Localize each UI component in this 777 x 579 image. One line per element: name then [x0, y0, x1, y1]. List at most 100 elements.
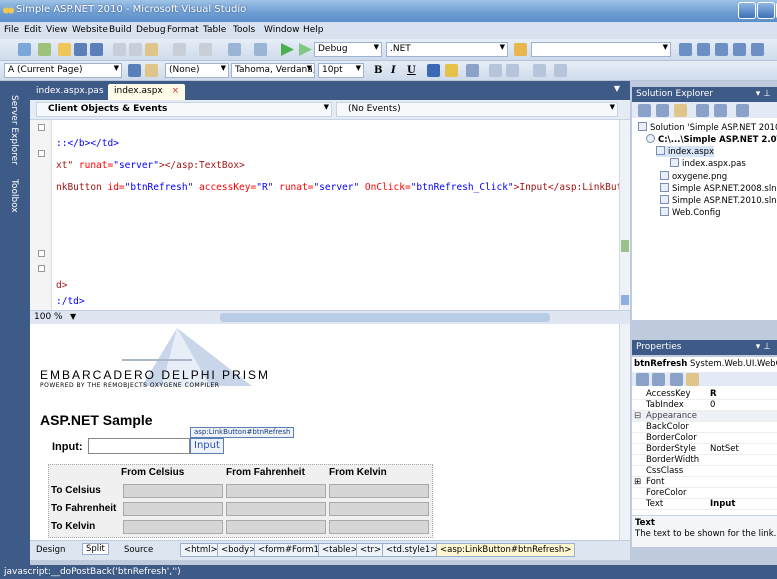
tree-web-config[interactable]: Web.Config [660, 207, 721, 218]
input-link-button[interactable]: Input [190, 438, 224, 454]
breadcrumb-linkbutton[interactable]: <asp:LinkButton#btnRefresh> [436, 543, 576, 557]
table-cell[interactable] [123, 520, 223, 534]
solution-platform-combo[interactable]: .NET ▼ [386, 42, 508, 57]
split-view-button[interactable]: Split [82, 543, 109, 555]
properties-window-icon[interactable] [697, 43, 710, 56]
tree-oxygene-png[interactable]: oxygene.png [660, 171, 727, 182]
nest-related-icon[interactable] [736, 104, 749, 117]
fold-marker[interactable] [38, 250, 45, 257]
property-row[interactable]: BorderColor [632, 433, 777, 444]
zoom-dropdown-icon[interactable]: ▼ [70, 312, 76, 321]
add-item-icon[interactable] [38, 43, 51, 56]
maximize-button[interactable] [757, 2, 775, 19]
object-browser-icon[interactable] [715, 43, 728, 56]
menu-format[interactable]: Format [167, 25, 199, 35]
bulleted-list-icon[interactable] [506, 64, 519, 77]
alphabetical-icon[interactable] [652, 373, 665, 386]
scroll-down-icon[interactable] [621, 295, 629, 305]
show-all-files-icon[interactable] [656, 104, 669, 117]
fold-marker[interactable] [38, 124, 45, 131]
design-vertical-scrollbar[interactable] [619, 324, 630, 540]
numbered-list-icon[interactable] [489, 64, 502, 77]
design-surface[interactable]: EMBARCADERO DELPHI PRISM POWERED BY THE … [30, 324, 630, 540]
table-cell[interactable] [329, 520, 429, 534]
categorized-icon[interactable] [636, 373, 649, 386]
table-cell[interactable] [226, 484, 326, 498]
source-view-button[interactable]: Source [124, 545, 153, 555]
pin-icon[interactable]: ▾ ⊥ [756, 89, 771, 99]
fold-marker[interactable] [38, 265, 45, 272]
tree-index-aspx-pas[interactable]: index.aspx.pas [670, 158, 746, 169]
client-objects-combo[interactable]: Client Objects & Events ▼ [36, 102, 332, 117]
menu-table[interactable]: Table [203, 25, 226, 35]
italic-button[interactable]: I [391, 65, 396, 76]
navigate-back-icon[interactable] [228, 43, 241, 56]
menu-file[interactable]: File [4, 25, 19, 35]
save-all-icon[interactable] [90, 43, 103, 56]
minimize-button[interactable] [738, 2, 756, 19]
background-color-icon[interactable] [445, 64, 458, 77]
events-combo[interactable]: (No Events) ▼ [336, 102, 618, 117]
start-without-debugging-icon[interactable] [299, 43, 312, 56]
property-row[interactable]: BackColor [632, 422, 777, 433]
table-cell[interactable] [226, 520, 326, 534]
bold-button[interactable]: B [374, 65, 382, 76]
block-format-combo[interactable]: (None) ▼ [165, 63, 229, 78]
font-size-combo[interactable]: 10pt ▼ [318, 63, 364, 78]
tree-project[interactable]: C:\...\Simple ASP.NET 2.0\ [646, 134, 777, 145]
start-page-icon[interactable] [751, 43, 764, 56]
alignment-icon[interactable] [466, 64, 479, 77]
solution-explorer-icon[interactable] [679, 43, 692, 56]
code-vertical-scrollbar[interactable] [619, 120, 630, 310]
toolbox-tab[interactable]: Toolbox [9, 179, 19, 213]
new-project-icon[interactable] [18, 43, 31, 56]
copy-icon[interactable] [129, 43, 142, 56]
foreground-color-icon[interactable] [427, 64, 440, 77]
property-row[interactable]: AccessKey R [632, 389, 777, 400]
save-icon[interactable] [74, 43, 87, 56]
table-cell[interactable] [123, 484, 223, 498]
solution-configuration-combo[interactable]: Debug ▼ [314, 42, 382, 57]
menu-build[interactable]: Build [109, 25, 132, 35]
tree-index-aspx[interactable]: index.aspx [656, 146, 715, 157]
apply-style-icon[interactable] [128, 64, 141, 77]
tab-index-aspx[interactable]: index.aspx × [108, 84, 186, 100]
input-textbox[interactable] [88, 438, 190, 454]
pin-icon[interactable]: ▾ ⊥ [756, 342, 771, 352]
events-icon[interactable] [686, 373, 699, 386]
table-cell[interactable] [329, 484, 429, 498]
refresh-icon[interactable] [674, 104, 687, 117]
open-icon[interactable] [58, 43, 71, 56]
breadcrumb-td[interactable]: <td.style1> [382, 543, 442, 557]
table-cell[interactable] [329, 502, 429, 516]
start-debugging-icon[interactable] [281, 43, 294, 56]
table-cell[interactable] [226, 502, 326, 516]
property-row[interactable]: BorderWidth [632, 455, 777, 466]
property-row[interactable]: ⊞ Font [632, 477, 777, 488]
menu-edit[interactable]: Edit [24, 25, 41, 35]
horizontal-scroll-thumb[interactable] [220, 313, 550, 322]
tab-index-aspx-pas[interactable]: index.aspx.pas [30, 84, 110, 100]
breadcrumb-tr[interactable]: <tr> [356, 543, 386, 557]
tab-overflow-icon[interactable]: ▼ [614, 84, 620, 93]
property-row[interactable]: BorderStyle NotSet [632, 444, 777, 455]
redo-icon[interactable] [199, 43, 212, 56]
view-designer-icon[interactable] [714, 104, 727, 117]
menu-view[interactable]: View [46, 25, 67, 35]
selected-object-combo[interactable]: btnRefresh System.Web.UI.WebCor [634, 359, 777, 369]
menu-help[interactable]: Help [303, 25, 324, 35]
font-name-combo[interactable]: Tahoma, Verdana, ▼ [231, 63, 315, 78]
design-view-button[interactable]: Design [36, 545, 65, 555]
properties-tab-icon[interactable] [670, 373, 683, 386]
fold-marker[interactable] [38, 150, 45, 157]
undo-icon[interactable] [173, 43, 186, 56]
view-code-icon[interactable] [696, 104, 709, 117]
hyperlink-icon[interactable] [533, 64, 546, 77]
underline-button[interactable]: U [407, 65, 416, 76]
tree-sln-2008[interactable]: Simple ASP.NET.2008.sln [660, 183, 777, 194]
server-explorer-tab[interactable]: Server Explorer [9, 95, 19, 165]
target-rule-combo[interactable]: A (Current Page) ▼ [4, 63, 122, 78]
close-tab-icon[interactable]: × [172, 86, 180, 96]
paste-icon[interactable] [145, 43, 158, 56]
menu-tools[interactable]: Tools [233, 25, 255, 35]
